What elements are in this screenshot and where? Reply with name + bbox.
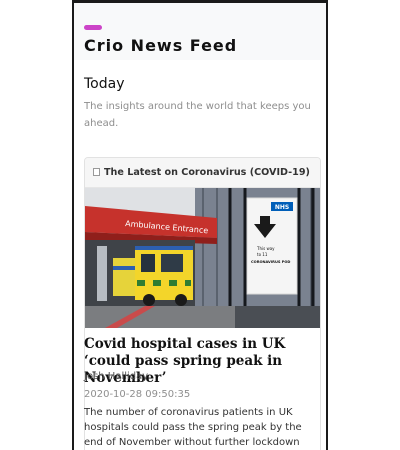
article-author: Josh Halliday (84, 371, 149, 382)
article-date: 2020-10-28 09:50:35 (84, 389, 191, 400)
card-header[interactable]: The Latest on Coronavirus (COVID-19) (85, 158, 320, 188)
section-subtitle: The insights around the world that keeps… (84, 101, 311, 129)
article-summary: The number of coronavirus patients in UK… (84, 407, 302, 448)
card-header-title[interactable]: The Latest on Coronavirus (COVID-19) (104, 167, 310, 178)
broken-image-icon (93, 168, 100, 176)
poster-text-line-2: to 11 (257, 252, 268, 257)
section-title: Today (84, 76, 125, 92)
phone-frame: Crio News Feed Today The insights around… (72, 0, 328, 450)
news-photo[interactable]: Ambulance Entrance NHS This way to 11 CO… (85, 188, 321, 328)
app-title[interactable]: Crio News Feed (84, 36, 237, 55)
nhs-logo-text: NHS (275, 204, 289, 211)
app-header: Crio News Feed (74, 3, 326, 60)
brand-accent-bar (84, 25, 102, 30)
poster-text-line-3: CORONAVIRUS POD (251, 260, 290, 264)
poster-text-line-1: This way (256, 246, 275, 251)
